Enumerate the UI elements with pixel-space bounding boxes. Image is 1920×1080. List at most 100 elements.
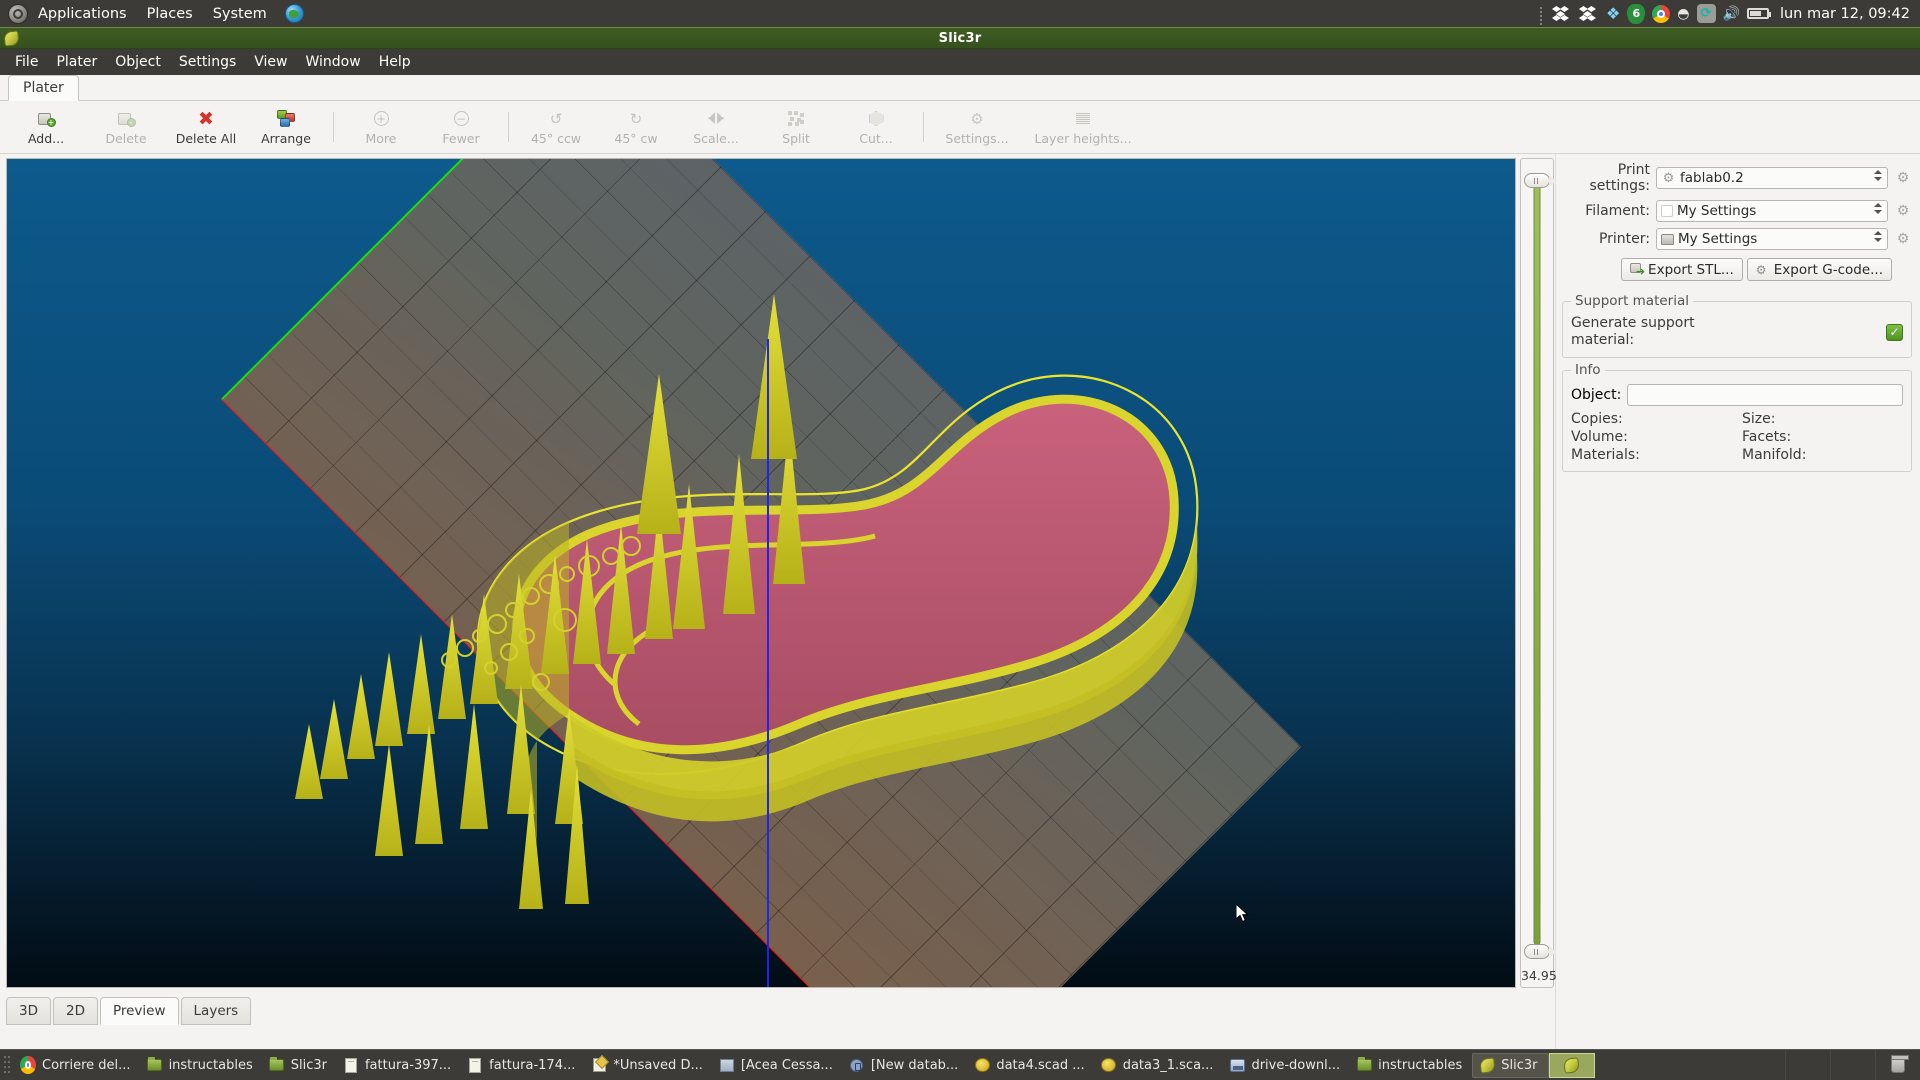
taskbar-item-slic3r-folder[interactable]: Slic3r (263, 1053, 337, 1078)
arrange-icon (275, 108, 297, 129)
layer-slider-handle-bottom[interactable] (1524, 944, 1556, 959)
print-settings-edit-gear-icon[interactable]: ⚙ (1894, 170, 1912, 186)
export-gcode-button[interactable]: ⚙ Export G-code... (1746, 258, 1892, 281)
battery-icon[interactable] (1746, 8, 1771, 19)
tab-preview[interactable]: Preview (99, 997, 179, 1025)
tab-layers[interactable]: Layers (180, 997, 252, 1025)
menu-file[interactable]: File (6, 50, 47, 74)
taskbar-item-corriere[interactable]: Corriere del... (14, 1053, 141, 1078)
3d-viewport[interactable] (6, 158, 1516, 988)
tab-plater[interactable]: Plater (8, 75, 79, 101)
slic3r-window-icon (3, 30, 20, 47)
menu-view[interactable]: View (245, 50, 296, 74)
taskbar-item-fattura-174[interactable]: fattura-174... (461, 1053, 585, 1078)
globe-icon[interactable] (284, 4, 304, 23)
taskbar-item-slic3r-minimized[interactable] (1548, 1052, 1595, 1078)
taskbar-item-label: Corriere del... (42, 1057, 131, 1073)
chrome-icon[interactable] (1652, 4, 1671, 23)
menu-help[interactable]: Help (370, 50, 420, 74)
layer-slider[interactable]: 34.95 (1520, 158, 1557, 988)
generate-support-checkbox[interactable]: ✓ (1886, 323, 1903, 341)
taskbar-item-label: Slic3r (1501, 1057, 1538, 1073)
filament-combo[interactable]: My Settings (1656, 200, 1888, 222)
print-settings-spinner[interactable] (1874, 170, 1882, 181)
menu-window[interactable]: Window (296, 50, 369, 74)
taskbar-item-label: Slic3r (290, 1057, 327, 1073)
trash-icon[interactable] (1891, 1055, 1909, 1073)
filament-edit-gear-icon[interactable]: ⚙ (1894, 203, 1912, 219)
toolbar-add-button[interactable]: + Add... (6, 103, 86, 152)
taskbar-item-drive-download[interactable]: drive-downl... (1223, 1053, 1350, 1078)
printer-edit-gear-icon[interactable]: ⚙ (1894, 231, 1912, 247)
tab-2d[interactable]: 2D (52, 997, 98, 1025)
taskbar-item-unsaved-document[interactable]: *Unsaved D... (585, 1053, 712, 1078)
print-settings-combo[interactable]: ⚙ fablab0.2 (1656, 167, 1888, 189)
taskbar-workspace-1[interactable] (1785, 1050, 1830, 1080)
canvas-area: 34.95 3D 2D Preview Layers (0, 154, 1557, 1049)
toolbar-scale-button[interactable]: ◢ ◣ ◥ ◤ Scale... (676, 103, 756, 152)
toolbar-delete-button[interactable]: - Delete (86, 103, 166, 152)
bluetooth-icon[interactable]: ❖ (1606, 5, 1620, 22)
filament-spinner[interactable] (1874, 203, 1882, 214)
tab-3d[interactable]: 3D (6, 997, 51, 1025)
menu-applications[interactable]: Applications (28, 2, 137, 26)
toolbar-split-button[interactable]: Split (756, 103, 836, 152)
layer-slider-track[interactable] (1533, 185, 1541, 945)
printer-row: Printer: My Settings ⚙ (1562, 228, 1912, 250)
object-label: Object: (1571, 387, 1622, 403)
taskbar-item-data4-scad[interactable]: data4.scad ... (968, 1053, 1094, 1078)
taskbar-item-fattura-397[interactable]: fattura-397... (337, 1053, 461, 1078)
taskbar-item-data3-scad[interactable]: data3_1.sca... (1095, 1053, 1224, 1078)
toolbar-rotate-cw-button[interactable]: ↻ 45° cw (596, 103, 676, 152)
taskbar-item-label: fattura-174... (489, 1057, 576, 1073)
filament-label: Filament: (1585, 203, 1650, 219)
menu-settings[interactable]: Settings (170, 50, 245, 74)
dropbox-icon[interactable] (1551, 6, 1572, 21)
chrome-icon (20, 1056, 36, 1074)
sync-icon[interactable]: ⟳ (1696, 4, 1716, 23)
taskbar-item-new-database[interactable]: [New datab... (843, 1053, 969, 1078)
printer-spinner[interactable] (1874, 231, 1882, 242)
clock[interactable]: lun mar 12, 09:42 (1780, 6, 1910, 22)
toolbar-delete-all-button[interactable]: ✖ Delete All (166, 103, 246, 152)
export-stl-icon: ➜ (1630, 263, 1645, 277)
taskbar-item-instructables-1[interactable]: instructables (141, 1053, 263, 1078)
toolbar-fewer-button[interactable]: − Fewer (421, 103, 501, 152)
messaging-badge-icon[interactable]: 6 (1627, 3, 1646, 24)
menu-system[interactable]: System (203, 2, 277, 26)
grip-handle-icon[interactable] (1539, 6, 1545, 29)
ubuntu-logo-icon[interactable] (8, 3, 28, 24)
menu-object[interactable]: Object (106, 50, 170, 74)
menu-places[interactable]: Places (137, 2, 203, 26)
toolbar-more-button[interactable]: + More (341, 103, 421, 152)
info-size-label: Size: (1742, 411, 1776, 427)
object-combo[interactable] (1627, 384, 1903, 406)
filament-spool-icon (1661, 205, 1673, 217)
printer-combo[interactable]: My Settings (1656, 228, 1888, 250)
info-grid: Copies: Size: Volume: Facets: Materials:… (1571, 411, 1903, 463)
menu-plater[interactable]: Plater (47, 50, 106, 74)
toolbar-arrange-button[interactable]: Arrange (246, 103, 326, 152)
taskbar-item-instructables-2[interactable]: instructables (1350, 1053, 1472, 1078)
slic3r-window: Slic3r File Plater Object Settings View … (0, 27, 1920, 1049)
wifi-icon[interactable]: ◓ (1677, 6, 1689, 22)
taskbar-item-label: drive-downl... (1251, 1057, 1341, 1073)
taskbar-workspace-2[interactable] (1830, 1050, 1875, 1080)
volume-icon[interactable]: 🔊 (1723, 6, 1740, 22)
toolbar-layer-heights-button[interactable]: Layer heights... (1023, 103, 1143, 152)
toolbar-add-label: Add... (27, 131, 65, 146)
toolbar-cut-button[interactable]: Cut... (836, 103, 916, 152)
export-gcode-icon: ⚙ (1755, 263, 1767, 277)
taskbar-trash-slot[interactable] (1875, 1050, 1920, 1080)
export-stl-button[interactable]: ➜ Export STL... (1621, 258, 1743, 281)
taskbar-item-acea-cessa[interactable]: [Acea Cessa... (713, 1053, 843, 1078)
taskbar-item-label: [New datab... (870, 1057, 959, 1073)
toolbar-delete-label: Delete (105, 131, 147, 146)
toolbar-rotate-ccw-button[interactable]: ↺ 45° ccw (516, 103, 596, 152)
taskbar-item-slic3r-active[interactable]: Slic3r (1472, 1052, 1549, 1078)
toolbar-settings-button[interactable]: ⚙ Settings... (931, 103, 1023, 152)
dropbox-icon-2[interactable] (1578, 6, 1599, 21)
layer-slider-handle-top[interactable] (1524, 173, 1556, 188)
taskbar-grip-icon[interactable] (4, 1056, 10, 1074)
slic3r-icon (1563, 1056, 1580, 1074)
